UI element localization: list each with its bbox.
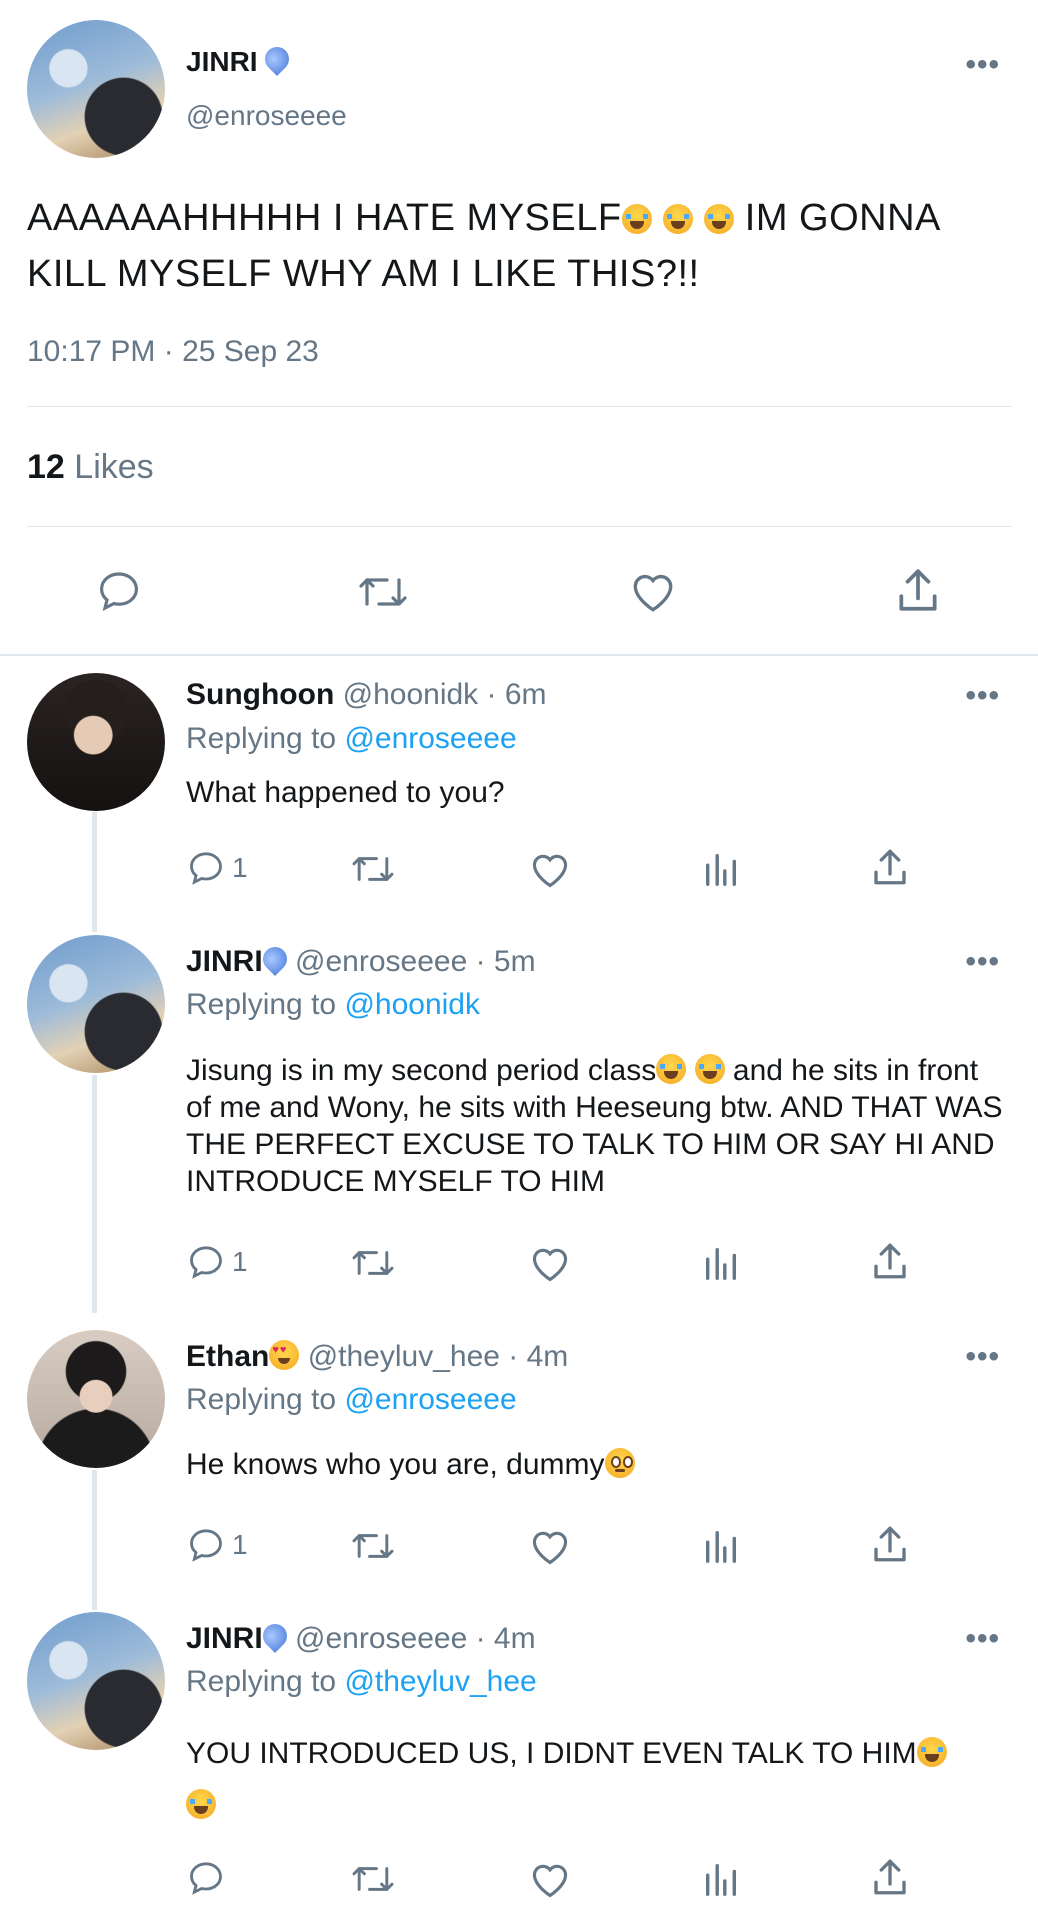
mention-link[interactable]: @hoonidk: [344, 988, 480, 1021]
flushed-emoji: [604, 1448, 635, 1478]
mention-link[interactable]: @enroseeee: [344, 1383, 516, 1416]
analytics-icon[interactable]: [702, 1527, 740, 1565]
analytics-icon[interactable]: [702, 1244, 740, 1282]
thread-connector: [92, 1075, 97, 1313]
reply-text: YOU INTRODUCED US, I DIDNT EVEN TALK TO …: [186, 1728, 1006, 1832]
author-name[interactable]: JINRI: [186, 42, 295, 78]
like-icon[interactable]: [528, 1525, 572, 1567]
droplet-emoji: [260, 42, 295, 76]
reply-text: What happened to you?: [186, 776, 505, 809]
retweet-icon[interactable]: [350, 850, 396, 888]
more-icon[interactable]: •••: [965, 50, 1000, 80]
author-handle[interactable]: @enroseeee: [186, 100, 347, 132]
reply-header[interactable]: JINRI @enroseeee · 5m: [186, 942, 536, 979]
share-icon[interactable]: [895, 565, 941, 615]
replying-to: Replying to @enroseeee: [186, 722, 517, 755]
crying-emoji: [694, 1054, 725, 1084]
tweet-detail-page: JINRI @enroseeee ••• AAAAAAHHHHH I HATE …: [0, 0, 1038, 1920]
share-icon[interactable]: [870, 846, 910, 888]
tweet-text: AAAAAAHHHHH I HATE MYSELF IM GONNA KILL …: [27, 197, 939, 295]
replying-to: Replying to @enroseeee: [186, 1383, 517, 1416]
analytics-icon[interactable]: [702, 1860, 740, 1898]
replying-to: Replying to @hoonidk: [186, 988, 480, 1021]
likes-count[interactable]: 12 Likes: [27, 448, 154, 487]
reply-text: Jisung is in my second period class and …: [186, 1054, 1003, 1198]
tweet-timestamp: 10:17 PM · 25 Sep 23: [27, 335, 319, 368]
avatar-jinri[interactable]: [27, 935, 165, 1073]
avatar-sunghoon[interactable]: [27, 673, 165, 811]
divider: [0, 654, 1038, 656]
reply-icon[interactable]: [186, 1858, 232, 1898]
thread-connector: [92, 812, 97, 932]
reply-icon[interactable]: 1: [186, 848, 248, 888]
mention-link[interactable]: @theyluv_hee: [344, 1665, 536, 1698]
more-icon[interactable]: •••: [965, 681, 1000, 711]
reply-header[interactable]: JINRI @enroseeee · 4m: [186, 1619, 536, 1656]
avatar-jinri[interactable]: [27, 1612, 165, 1750]
crying-emoji: [916, 1737, 947, 1767]
like-icon[interactable]: [628, 567, 678, 615]
reply-count: 1: [232, 852, 248, 883]
more-icon[interactable]: •••: [965, 1342, 1000, 1372]
more-icon[interactable]: •••: [965, 947, 1000, 977]
retweet-icon[interactable]: [350, 1860, 396, 1898]
crying-emoji: [186, 1789, 216, 1819]
like-icon[interactable]: [528, 1858, 572, 1900]
divider: [27, 526, 1012, 527]
crying-emoji: [656, 1054, 687, 1084]
thread-connector: [92, 1470, 97, 1610]
avatar-jinri[interactable]: [27, 20, 165, 158]
reply-count: 1: [232, 1529, 248, 1560]
divider: [27, 406, 1012, 407]
reply-header[interactable]: Ethan @theyluv_hee · 4m: [186, 1340, 568, 1374]
reply-header[interactable]: Sunghoon @hoonidk · 6m: [186, 678, 547, 712]
heart-eyes-emoji: [269, 1340, 300, 1370]
replying-to: Replying to @theyluv_hee: [186, 1665, 537, 1698]
share-icon[interactable]: [870, 1240, 910, 1282]
retweet-icon[interactable]: [350, 1527, 396, 1565]
like-icon[interactable]: [528, 848, 572, 890]
retweet-icon[interactable]: [350, 1244, 396, 1282]
reply-count: 1: [232, 1246, 248, 1277]
like-icon[interactable]: [528, 1242, 572, 1284]
analytics-icon[interactable]: [702, 850, 740, 888]
mention-link[interactable]: @enroseeee: [344, 722, 516, 755]
share-icon[interactable]: [870, 1523, 910, 1565]
more-icon[interactable]: •••: [965, 1624, 1000, 1654]
share-icon[interactable]: [870, 1856, 910, 1898]
reply-icon[interactable]: [95, 567, 143, 615]
reply-icon[interactable]: 1: [186, 1525, 248, 1565]
crying-emoji: [662, 204, 693, 234]
crying-emoji: [703, 204, 734, 234]
retweet-icon[interactable]: [357, 570, 409, 614]
avatar-ethan[interactable]: [27, 1330, 165, 1468]
reply-text: He knows who you are, dummy: [186, 1446, 1006, 1483]
reply-icon[interactable]: 1: [186, 1242, 248, 1282]
crying-emoji: [621, 204, 652, 234]
